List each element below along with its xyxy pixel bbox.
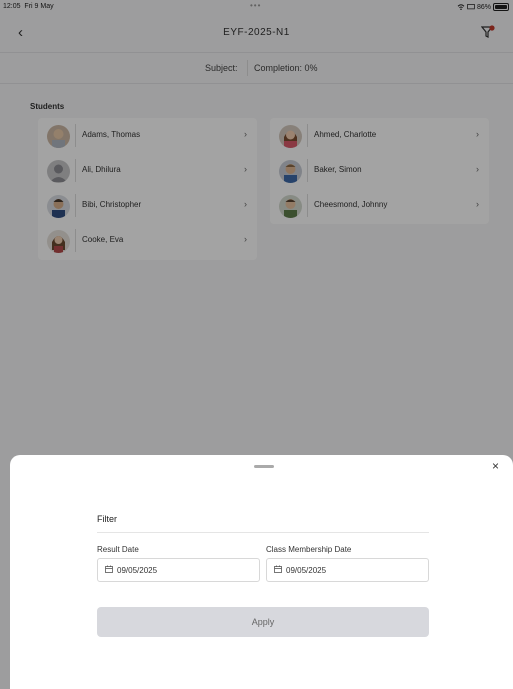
app-screen: 12:05 Fri 9 May ••• 86% ‹ EYF-2025-N1 Su… [0, 0, 513, 689]
calendar-icon [105, 565, 113, 573]
sheet-grabber[interactable] [254, 465, 274, 468]
close-icon[interactable]: × [492, 459, 499, 473]
apply-button[interactable]: Apply [97, 607, 429, 637]
result-date-field[interactable]: 09/05/2025 [97, 558, 260, 582]
result-date-label: Result Date [97, 545, 139, 554]
filter-title: Filter [97, 514, 117, 524]
filter-divider [97, 532, 429, 533]
calendar-icon [274, 565, 282, 573]
result-date-value: 09/05/2025 [117, 566, 158, 575]
membership-date-label: Class Membership Date [266, 545, 352, 554]
membership-date-field[interactable]: 09/05/2025 [266, 558, 429, 582]
membership-date-value: 09/05/2025 [286, 566, 327, 575]
filter-sheet: × Filter Result Date 09/05/2025 Class Me… [10, 455, 513, 689]
